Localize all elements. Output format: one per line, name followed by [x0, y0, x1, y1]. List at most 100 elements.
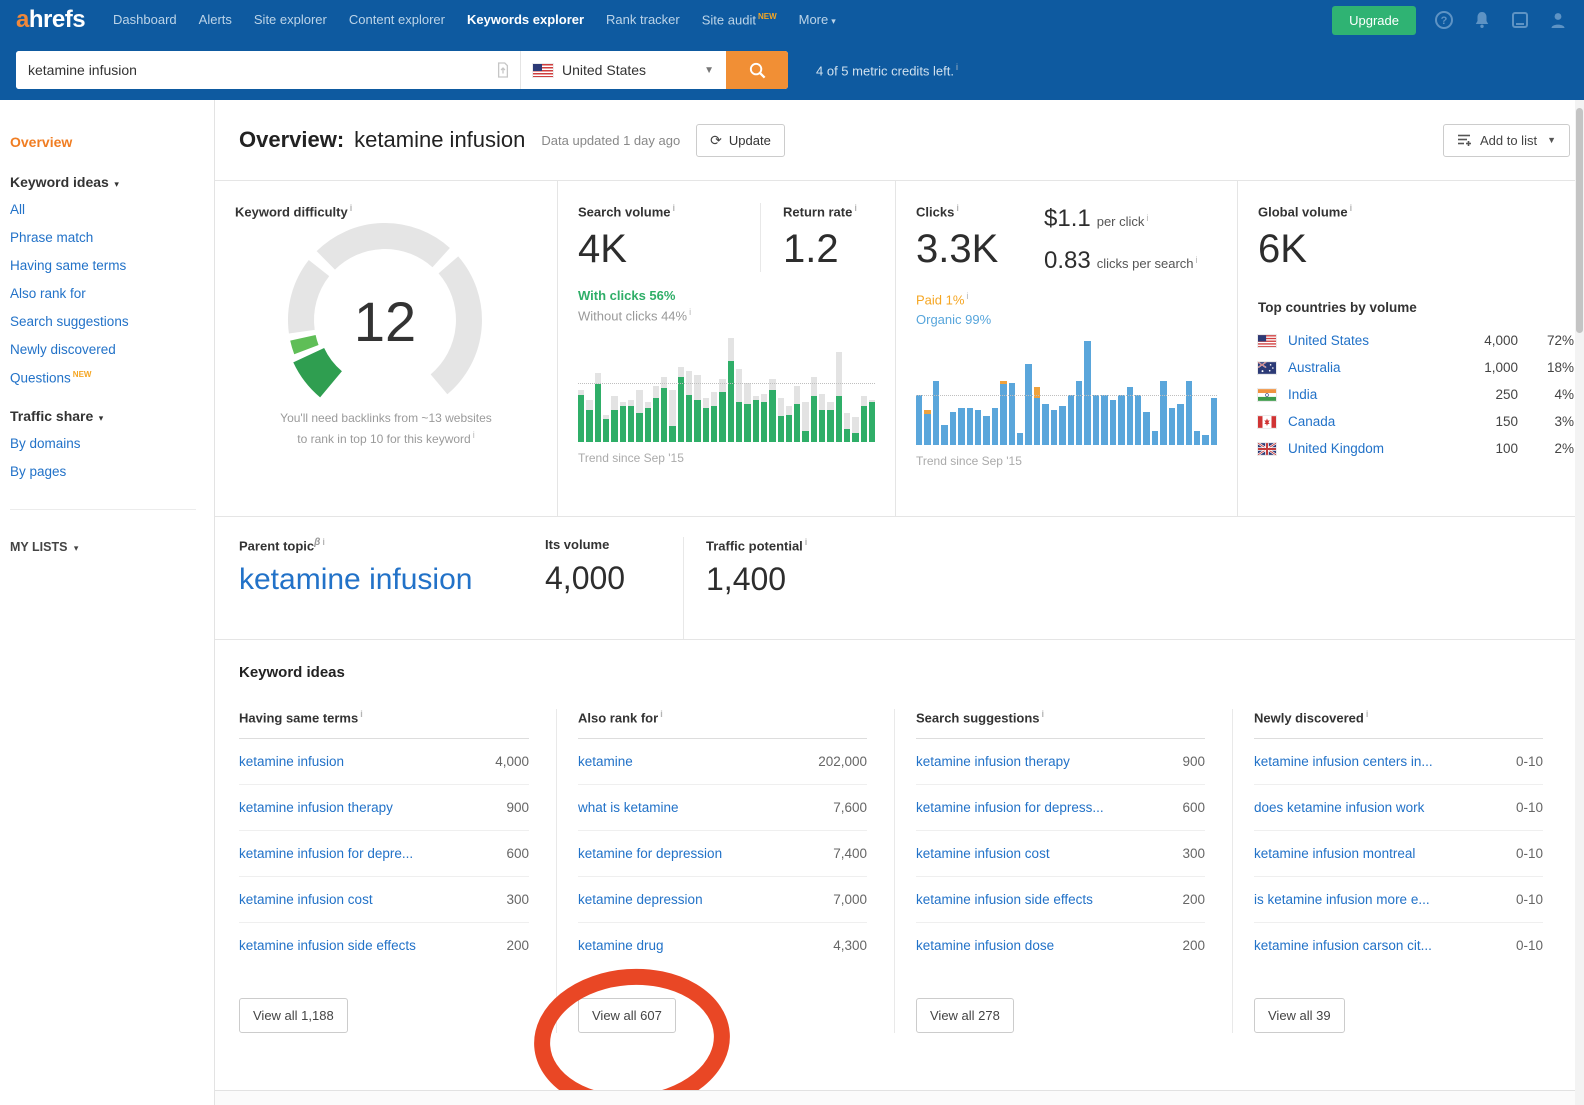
trend-bar [1194, 341, 1200, 445]
sidebar-item-by-pages[interactable]: By pages [10, 464, 204, 479]
nav-item-dashboard[interactable]: Dashboard [113, 12, 177, 27]
global-volume-label: Global volumei [1258, 203, 1574, 219]
nav-item-label: Dashboard [113, 12, 177, 27]
add-to-list-button[interactable]: Add to list ▼ [1443, 124, 1570, 157]
device-icon[interactable] [1510, 10, 1530, 30]
keyword-link[interactable]: ketamine for depression [578, 846, 722, 861]
sidebar-my-lists[interactable]: MY LISTS ▾ [10, 540, 204, 554]
keyword-row: what is ketamine7,600 [578, 785, 867, 831]
trend-bar [786, 338, 792, 442]
search-button[interactable] [726, 51, 788, 89]
parent-topic-keyword-link[interactable]: ketamine infusion [239, 563, 545, 597]
flag-gb-icon [1258, 443, 1276, 455]
keyword-link[interactable]: ketamine infusion carson cit... [1254, 938, 1432, 953]
keyword-link[interactable]: what is ketamine [578, 800, 679, 815]
keyword-link[interactable]: ketamine depression [578, 892, 703, 907]
country-link-india[interactable]: India [1288, 387, 1456, 402]
trend-bar [827, 338, 833, 442]
keyword-ideas-title: Keyword ideas [239, 664, 1570, 681]
keyword-row: ketamine depression7,000 [578, 877, 867, 923]
sidebar-group-traffic-share[interactable]: Traffic share ▾ [10, 408, 204, 424]
keyword-link[interactable]: ketamine infusion [239, 754, 344, 769]
keyword-table-header: Also rank fori [578, 709, 867, 739]
trend-bars [578, 338, 875, 442]
country-row: Australia1,00018% [1258, 354, 1574, 381]
ahrefs-logo[interactable]: ahrefs [16, 6, 85, 34]
country-selector[interactable]: United States ▼ [520, 51, 726, 89]
trend-bar [1034, 341, 1040, 445]
keyword-row: ketamine infusion carson cit...0-10 [1254, 923, 1543, 968]
view-all-button-newly-discovered[interactable]: View all 39 [1254, 998, 1345, 1033]
sidebar: Overview Keyword ideas ▾ All Phrase match H… [0, 100, 215, 1105]
keyword-link[interactable]: does ketamine infusion work [1254, 800, 1424, 815]
nav-item-more[interactable]: More▾ [799, 12, 836, 27]
nav-item-site-audit[interactable]: Site auditNEW [702, 12, 777, 27]
bell-icon[interactable] [1472, 10, 1492, 30]
keyword-link[interactable]: ketamine infusion dose [916, 938, 1054, 953]
view-all-button-having-same-terms[interactable]: View all 1,188 [239, 998, 348, 1033]
keyword-link[interactable]: ketamine infusion montreal [1254, 846, 1415, 861]
sidebar-group-keyword-ideas[interactable]: Keyword ideas ▾ [10, 174, 204, 190]
parent-topic-label: Parent topicβi [239, 537, 545, 553]
upgrade-button[interactable]: Upgrade [1332, 6, 1416, 35]
keyword-table-also-rank-for: Also rank foriketamine202,000what is ket… [556, 709, 894, 1033]
info-icon: i [956, 203, 959, 213]
sidebar-item-search-suggestions[interactable]: Search suggestions [10, 314, 204, 329]
keyword-table-header: Search suggestionsi [916, 709, 1205, 739]
trend-bar [711, 338, 717, 442]
nav-item-alerts[interactable]: Alerts [199, 12, 232, 27]
sidebar-item-all[interactable]: All [10, 202, 204, 217]
keyword-volume: 0-10 [1516, 892, 1543, 907]
sidebar-item-label: All [10, 202, 25, 217]
keyword-link[interactable]: ketamine infusion for depress... [916, 800, 1104, 815]
scrollbar-thumb[interactable] [1576, 108, 1583, 333]
sidebar-item-questions[interactable]: QuestionsNEW [10, 370, 204, 386]
us-flag-icon [533, 64, 553, 77]
country-link-australia[interactable]: Australia [1288, 360, 1456, 375]
country-link-united-kingdom[interactable]: United Kingdom [1288, 441, 1456, 456]
help-icon[interactable]: ? [1434, 10, 1454, 30]
paste-list-icon[interactable] [486, 51, 520, 89]
keyword-link[interactable]: ketamine infusion therapy [239, 800, 393, 815]
sidebar-item-also-rank-for[interactable]: Also rank for [10, 286, 204, 301]
keyword-link[interactable]: ketamine infusion side effects [239, 938, 416, 953]
info-icon: i [350, 203, 353, 213]
flag-us-icon [1258, 335, 1276, 347]
keyword-link[interactable]: ketamine infusion side effects [916, 892, 1093, 907]
country-row: India2504% [1258, 381, 1574, 408]
sidebar-item-label: Having same terms [10, 258, 126, 273]
keyword-link[interactable]: ketamine infusion therapy [916, 754, 1070, 769]
nav-item-keywords-explorer[interactable]: Keywords explorer [467, 12, 584, 27]
trend-bar [719, 338, 725, 442]
keyword-search-input[interactable] [16, 51, 486, 89]
sidebar-item-newly-discovered[interactable]: Newly discovered [10, 342, 204, 357]
nav-item-site-explorer[interactable]: Site explorer [254, 12, 327, 27]
keyword-link[interactable]: ketamine [578, 754, 633, 769]
keyword-row: ketamine for depression7,400 [578, 831, 867, 877]
country-link-united-states[interactable]: United States [1288, 333, 1456, 348]
trend-bar [645, 338, 651, 442]
sidebar-item-by-domains[interactable]: By domains [10, 436, 204, 451]
keyword-link[interactable]: is ketamine infusion more e... [1254, 892, 1430, 907]
sidebar-item-phrase-match[interactable]: Phrase match [10, 230, 204, 245]
country-link-canada[interactable]: Canada [1288, 414, 1456, 429]
keyword-volume: 0-10 [1516, 846, 1543, 861]
trend-bar [1000, 341, 1006, 445]
vertical-scrollbar[interactable] [1575, 100, 1584, 1105]
keyword-link[interactable]: ketamine drug [578, 938, 664, 953]
user-icon[interactable] [1548, 10, 1568, 30]
sidebar-item-having-same-terms[interactable]: Having same terms [10, 258, 204, 273]
keyword-link[interactable]: ketamine infusion for depre... [239, 846, 413, 861]
trend-bar [636, 338, 642, 442]
view-all-button-search-suggestions[interactable]: View all 278 [916, 998, 1014, 1033]
view-all-button-also-rank-for[interactable]: View all 607 [578, 998, 676, 1033]
trend-bar [686, 338, 692, 442]
nav-item-content-explorer[interactable]: Content explorer [349, 12, 445, 27]
keyword-link[interactable]: ketamine infusion cost [916, 846, 1050, 861]
sidebar-item-overview[interactable]: Overview [10, 134, 204, 150]
with-clicks-label: With clicks 56% [578, 288, 875, 303]
keyword-link[interactable]: ketamine infusion cost [239, 892, 373, 907]
update-button[interactable]: ⟳Update [696, 124, 785, 157]
nav-item-rank-tracker[interactable]: Rank tracker [606, 12, 680, 27]
keyword-link[interactable]: ketamine infusion centers in... [1254, 754, 1433, 769]
